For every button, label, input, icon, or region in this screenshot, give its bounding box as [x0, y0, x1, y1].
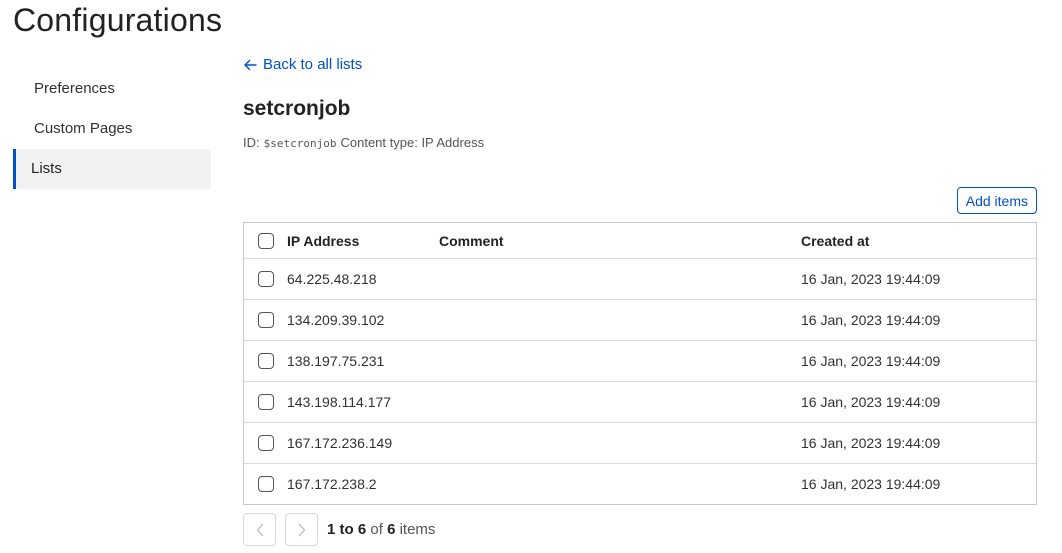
page-of-word: of	[370, 521, 383, 538]
sidebar-item-custom-pages[interactable]: Custom Pages	[13, 109, 211, 149]
row-checkbox[interactable]	[257, 271, 274, 287]
created-cell: 16 Jan, 2023 19:44:09	[801, 394, 941, 410]
table-row: 134.209.39.102 16 Jan, 2023 19:44:09	[244, 299, 1036, 340]
table-row: 138.197.75.231 16 Jan, 2023 19:44:09	[244, 340, 1036, 381]
previous-page-button[interactable]	[243, 513, 276, 546]
table-row: 167.172.236.149 16 Jan, 2023 19:44:09	[244, 422, 1036, 463]
sidebar: Preferences Custom Pages Lists	[13, 69, 211, 189]
created-cell: 16 Jan, 2023 19:44:09	[801, 271, 941, 287]
ip-cell: 134.209.39.102	[287, 312, 385, 328]
chevron-right-icon	[298, 523, 305, 536]
chevron-left-icon	[256, 523, 263, 536]
column-header-ip[interactable]: IP Address	[287, 233, 439, 249]
page-range-start: 1	[327, 521, 336, 538]
content-type-value: IP Address	[421, 135, 485, 150]
list-id: $setcronjob	[263, 137, 337, 150]
ip-cell: 143.198.114.177	[287, 394, 392, 410]
next-page-button[interactable]	[285, 513, 318, 546]
page-range-to: to	[339, 521, 354, 538]
row-checkbox[interactable]	[257, 394, 274, 410]
created-cell: 16 Jan, 2023 19:44:09	[801, 435, 941, 451]
table-row: 143.198.114.177 16 Jan, 2023 19:44:09	[244, 381, 1036, 422]
id-label: ID:	[243, 135, 260, 150]
column-header-comment[interactable]: Comment	[439, 233, 801, 249]
row-checkbox[interactable]	[257, 353, 274, 369]
pagination: 1 to 6 of 6 items	[243, 513, 435, 546]
arrow-left-icon	[244, 59, 257, 70]
ip-cell: 167.172.238.2	[287, 476, 377, 492]
add-items-button[interactable]: Add items	[956, 187, 1037, 214]
column-header-created[interactable]: Created at	[801, 233, 1036, 249]
ip-cell: 138.197.75.231	[287, 353, 385, 369]
select-all-checkbox[interactable]	[257, 232, 274, 249]
list-meta: ID: $setcronjob Content type: IP Address	[243, 135, 484, 150]
row-checkbox[interactable]	[257, 312, 274, 328]
items-word: items	[399, 521, 436, 538]
ip-cell: 167.172.236.149	[287, 435, 393, 451]
back-to-lists-link[interactable]: Back to all lists	[243, 56, 362, 73]
page-range-end: 6	[357, 521, 367, 538]
created-cell: 16 Jan, 2023 19:44:09	[801, 476, 941, 492]
page-title: Configurations	[13, 2, 223, 38]
back-link-label: Back to all lists	[263, 56, 363, 73]
sidebar-item-preferences[interactable]: Preferences	[13, 69, 211, 109]
items-table: IP Address Comment Created at 64.225.48.…	[243, 222, 1037, 505]
total-items: 6	[387, 521, 396, 538]
content-type-label: Content type:	[340, 135, 418, 150]
list-detail: Back to all lists setcronjob ID: $setcron…	[243, 0, 1038, 553]
table-row: 167.172.238.2 16 Jan, 2023 19:44:09	[244, 463, 1036, 504]
row-checkbox[interactable]	[257, 435, 274, 451]
created-cell: 16 Jan, 2023 19:44:09	[801, 353, 941, 369]
table-row: 64.225.48.218 16 Jan, 2023 19:44:09	[244, 258, 1036, 299]
ip-cell: 64.225.48.218	[287, 271, 377, 287]
sidebar-item-lists[interactable]: Lists	[13, 149, 211, 189]
list-title: setcronjob	[243, 97, 351, 120]
table-header: IP Address Comment Created at	[244, 223, 1036, 258]
row-checkbox[interactable]	[257, 476, 274, 492]
created-cell: 16 Jan, 2023 19:44:09	[801, 312, 941, 328]
pagination-summary: 1 to 6 of 6 items	[327, 521, 435, 538]
